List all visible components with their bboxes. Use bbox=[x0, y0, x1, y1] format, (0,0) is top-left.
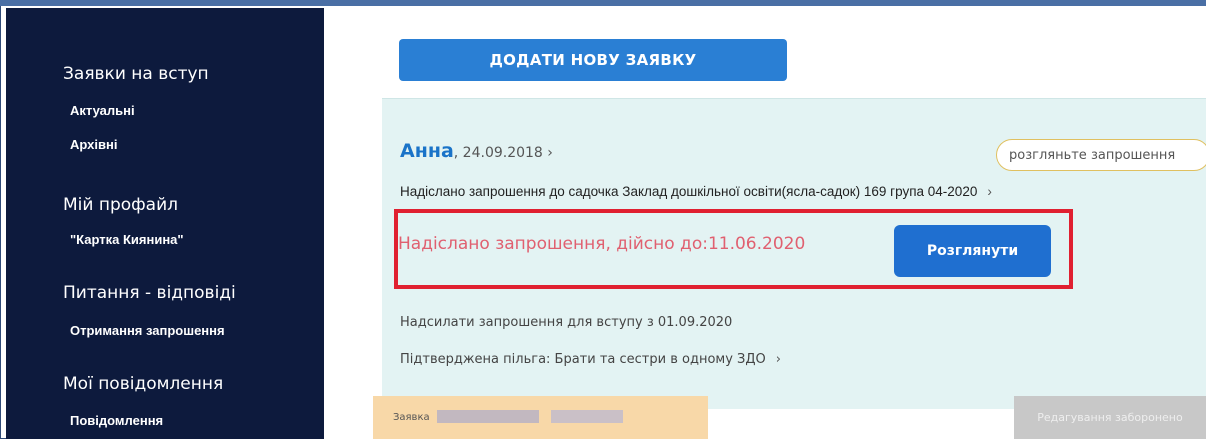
add-new-application-button[interactable]: ДОДАТИ НОВУ ЗАЯВКУ bbox=[399, 39, 787, 81]
status-badge: розгляньте запрошення bbox=[996, 139, 1206, 171]
sidebar: Заявки на вступ Актуальні Архівні Мій пр… bbox=[6, 8, 324, 439]
chevron-right-icon: › bbox=[775, 352, 781, 367]
child-name[interactable]: Анна bbox=[400, 140, 454, 162]
review-invitation-button[interactable]: Розглянути bbox=[894, 225, 1051, 277]
benefit-text: Підтверджена пільга: Брати та сестри в о… bbox=[400, 352, 766, 367]
invitation-details-link[interactable]: Надіслано запрошення до садочка Заклад д… bbox=[400, 184, 992, 199]
redacted-application-number bbox=[437, 410, 539, 423]
application-label: Заявка bbox=[393, 412, 430, 423]
application-number-bar: Заявка bbox=[373, 396, 708, 439]
sidebar-section-messages: Мої повідомлення bbox=[63, 374, 224, 394]
sidebar-item-messages[interactable]: Повідомлення bbox=[70, 413, 163, 428]
redacted-application-date bbox=[551, 410, 623, 423]
chevron-right-icon: › bbox=[987, 184, 992, 199]
sidebar-section-profile: Мій профайл bbox=[63, 195, 179, 215]
child-birthdate: , 24.09.2018 › bbox=[453, 145, 553, 161]
sidebar-item-getting-invitation[interactable]: Отримання запрошення bbox=[70, 323, 225, 338]
application-card: Анна, 24.09.2018 › розгляньте запрошення… bbox=[382, 98, 1206, 409]
benefit-link[interactable]: Підтверджена пільга: Брати та сестри в о… bbox=[400, 352, 781, 367]
main-content: ДОДАТИ НОВУ ЗАЯВКУ Анна, 24.09.2018 › ро… bbox=[324, 6, 1206, 439]
invitation-validity-text: Надіслано запрошення, дійсно до:11.06.20… bbox=[398, 234, 806, 254]
sidebar-item-current[interactable]: Актуальні bbox=[70, 103, 135, 118]
sidebar-item-kyiv-card[interactable]: "Картка Киянина" bbox=[70, 232, 184, 247]
invitation-text: Надіслано запрошення до садочка Заклад д… bbox=[400, 184, 978, 199]
send-invitation-date-text: Надсилати запрошення для вступу з 01.09.… bbox=[400, 315, 733, 330]
sidebar-section-faq: Питання - відповіді bbox=[63, 283, 236, 303]
sidebar-section-applications: Заявки на вступ bbox=[63, 64, 209, 84]
child-header[interactable]: Анна, 24.09.2018 › bbox=[400, 140, 553, 162]
editing-disabled-button: Редагування заборонено bbox=[1014, 396, 1206, 439]
sidebar-item-archived[interactable]: Архівні bbox=[70, 137, 117, 152]
